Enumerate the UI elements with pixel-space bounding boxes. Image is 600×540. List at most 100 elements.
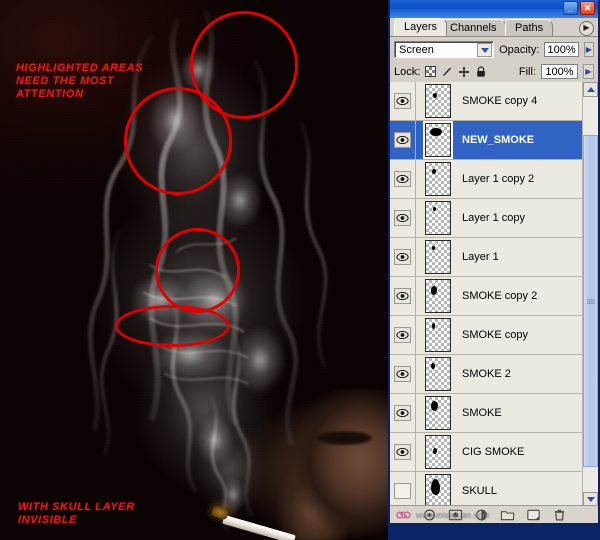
visibility-cell[interactable]	[390, 82, 416, 121]
chevron-down-icon[interactable]	[477, 43, 493, 57]
lock-label: Lock:	[394, 65, 421, 78]
visibility-cell[interactable]	[390, 354, 416, 394]
eye-icon[interactable]	[394, 288, 411, 304]
opacity-input[interactable]: 100%	[544, 42, 579, 57]
lock-row: Lock: Fill: 100% ▶	[390, 60, 598, 83]
screenshot-root: HIGHLIGHTED AREAS NEED THE MOST ATTENTIO…	[0, 0, 600, 540]
layer-thumbnail	[425, 162, 451, 196]
eye-icon[interactable]	[394, 444, 411, 460]
layer-thumbnail-cell[interactable]	[416, 318, 460, 352]
layer-thumbnail-cell[interactable]	[416, 396, 460, 430]
blend-mode-value: Screen	[399, 44, 434, 56]
layer-thumbnail-cell[interactable]	[416, 279, 460, 313]
layer-row-smoke-copy[interactable]: SMOKE copy	[390, 315, 598, 355]
palette-menu-icon[interactable]: ▶	[579, 21, 594, 36]
scroll-up-icon[interactable]	[583, 82, 598, 97]
layer-name[interactable]: SKULL	[460, 485, 497, 497]
lock-image-pixels-icon[interactable]	[441, 66, 453, 78]
highlight-circle-3	[155, 228, 240, 313]
layer-name[interactable]: Layer 1	[460, 251, 499, 263]
eye-icon[interactable]	[394, 132, 411, 148]
layer-list[interactable]: SMOKE copy 4 NEW_SMOKE Layer 1 copy 2 La…	[390, 82, 598, 507]
layer-row-smoke[interactable]: SMOKE	[390, 393, 598, 433]
close-icon[interactable]: ✕	[580, 1, 595, 15]
layer-name[interactable]: Layer 1 copy 2	[460, 173, 534, 185]
layer-thumbnail	[425, 240, 451, 274]
layer-name[interactable]: CIG SMOKE	[460, 446, 524, 458]
eye-icon[interactable]	[394, 249, 411, 265]
layer-row-smoke-2[interactable]: SMOKE 2	[390, 354, 598, 394]
highlight-circle-4	[115, 305, 230, 347]
layer-row-cig-smoke[interactable]: CIG SMOKE	[390, 432, 598, 472]
layer-thumbnail-cell[interactable]	[416, 162, 460, 196]
eye-icon[interactable]	[394, 210, 411, 226]
fill-slider-arrow-icon[interactable]: ▶	[583, 64, 594, 79]
tab-channels[interactable]: Channels	[440, 19, 507, 36]
highlight-circle-2	[124, 87, 232, 195]
window-buttons: _ ✕	[563, 1, 595, 15]
lock-buttons	[425, 65, 487, 78]
lock-all-icon[interactable]	[475, 65, 487, 78]
annotation-top: HIGHLIGHTED AREAS NEED THE MOST ATTENTIO…	[16, 62, 144, 100]
layer-name[interactable]: NEW_SMOKE	[460, 134, 534, 146]
layer-thumbnail-cell[interactable]	[416, 240, 460, 274]
palette-footer: www.missyuan.com	[390, 505, 598, 523]
opacity-slider-arrow-icon[interactable]: ▶	[583, 42, 594, 57]
lock-transparent-pixels-icon[interactable]	[425, 66, 437, 77]
layer-row-smoke-copy-2[interactable]: SMOKE copy 2	[390, 276, 598, 316]
eye-icon[interactable]	[394, 327, 411, 343]
layer-name[interactable]: SMOKE 2	[460, 368, 511, 380]
layer-row-layer-1-copy[interactable]: Layer 1 copy	[390, 198, 598, 238]
layer-thumbnail	[425, 279, 451, 313]
annotation-bottom: WITH SKULL LAYER INVISIBLE	[18, 501, 135, 526]
layer-thumbnail-cell[interactable]	[416, 357, 460, 391]
layer-name[interactable]: Layer 1 copy	[460, 212, 525, 224]
eye-icon[interactable]	[394, 93, 411, 109]
layer-thumbnail-cell[interactable]	[416, 201, 460, 235]
lock-position-icon[interactable]	[458, 66, 470, 78]
layer-row-layer-1[interactable]: Layer 1	[390, 237, 598, 277]
layers-palette[interactable]: _ ✕ Layers Channels Paths ▶ Screen Opaci…	[388, 0, 600, 525]
link-layers-icon[interactable]	[396, 508, 411, 522]
watermark-text: www.missyuan.com	[416, 511, 490, 520]
layer-row-smoke-copy-4[interactable]: SMOKE copy 4	[390, 82, 598, 121]
visibility-cell[interactable]	[390, 237, 416, 277]
visibility-cell[interactable]	[390, 276, 416, 316]
layer-thumbnail-cell[interactable]	[416, 435, 460, 469]
tab-paths[interactable]: Paths	[505, 19, 554, 36]
fill-input[interactable]: 100%	[541, 64, 578, 79]
layer-name[interactable]: SMOKE	[460, 407, 502, 419]
visibility-cell[interactable]	[390, 198, 416, 238]
visibility-cell[interactable]	[390, 471, 416, 507]
visibility-cell[interactable]	[390, 315, 416, 355]
palette-bottom-edge	[388, 525, 600, 540]
eye-icon[interactable]	[394, 171, 411, 187]
layer-thumbnail-cell[interactable]	[416, 84, 460, 118]
eyebrow-shadow	[316, 431, 372, 445]
layer-list-scrollbar[interactable]	[582, 82, 598, 507]
layer-name[interactable]: SMOKE copy	[460, 329, 528, 341]
visibility-cell[interactable]	[390, 393, 416, 433]
layer-thumbnail	[425, 201, 451, 235]
visibility-cell[interactable]	[390, 432, 416, 472]
minimize-icon[interactable]: _	[563, 1, 578, 15]
layer-name[interactable]: SMOKE copy 4	[460, 95, 537, 107]
visibility-cell[interactable]	[390, 120, 416, 160]
layer-row-layer-1-copy-2[interactable]: Layer 1 copy 2	[390, 159, 598, 199]
fill-label: Fill:	[518, 65, 536, 78]
layer-thumbnail-cell[interactable]	[416, 121, 460, 159]
scrollbar-thumb[interactable]	[583, 135, 598, 467]
tab-layers[interactable]: Layers	[394, 18, 448, 36]
layer-row-skull[interactable]: SKULL	[390, 471, 598, 507]
visibility-cell[interactable]	[390, 159, 416, 199]
eye-icon-hidden[interactable]	[394, 483, 411, 499]
layer-row-new-smoke[interactable]: NEW_SMOKE	[390, 120, 598, 160]
palette-titlebar[interactable]: _ ✕	[390, 0, 598, 18]
layer-thumbnail-cell[interactable]	[416, 474, 460, 507]
eye-icon[interactable]	[394, 405, 411, 421]
layer-name[interactable]: SMOKE copy 2	[460, 290, 537, 302]
eye-icon[interactable]	[394, 366, 411, 382]
blend-mode-select[interactable]: Screen	[394, 41, 495, 58]
blend-mode-row: Screen Opacity: 100% ▶	[390, 37, 598, 60]
image-canvas[interactable]: HIGHLIGHTED AREAS NEED THE MOST ATTENTIO…	[0, 0, 390, 540]
